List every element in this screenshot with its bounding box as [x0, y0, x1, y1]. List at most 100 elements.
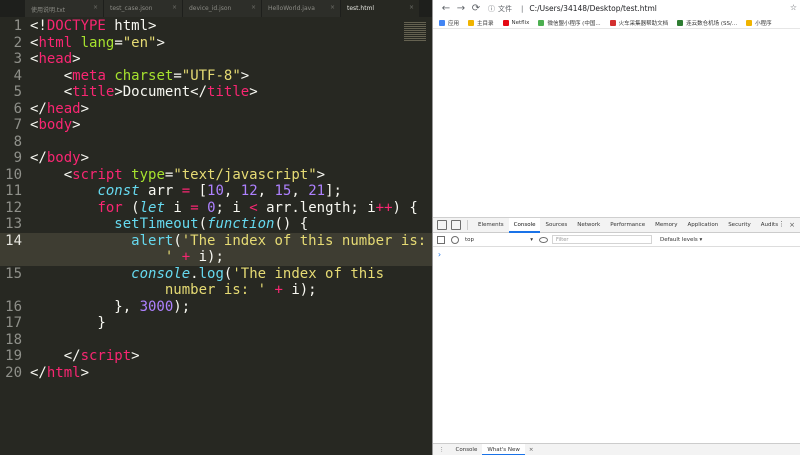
code-line[interactable]: setTimeout(function() { [30, 216, 308, 233]
code-line[interactable]: }, 3000); [30, 299, 190, 316]
code-token: > [240, 67, 250, 84]
code-token: </ [30, 348, 81, 364]
code-token: 12 [240, 183, 258, 199]
code-token: ); [173, 298, 191, 315]
code-token: let [139, 199, 165, 216]
code-token: ) { [392, 199, 418, 216]
code-line[interactable]: const arr = [10, 12, 15, 21]; [30, 183, 341, 200]
bookmark-item[interactable]: 小程序 [746, 19, 772, 27]
bookmark-favicon-icon [677, 19, 684, 26]
code-line[interactable]: <body> [30, 117, 81, 134]
drawer-tab[interactable]: Console [451, 444, 483, 455]
code-line[interactable]: </script> [30, 348, 140, 365]
inspect-element-icon[interactable] [437, 220, 447, 230]
devtools-tab-application[interactable]: Application [682, 218, 723, 233]
devtools-tab-elements[interactable]: Elements [473, 218, 509, 233]
info-icon[interactable]: ⓘ [488, 4, 495, 14]
address-url[interactable]: C:/Users/34148/Desktop/test.html [529, 4, 657, 13]
bookmark-item[interactable]: Netflix [502, 19, 529, 26]
devtools-tab-performance[interactable]: Performance [605, 218, 650, 233]
code-token: i); [190, 249, 224, 265]
minimap[interactable] [404, 22, 426, 46]
code-token: html [38, 34, 73, 51]
code-line[interactable]: <!DOCTYPE html> [30, 18, 156, 35]
devtools-panel: Elements Console Sources Network Performance… [433, 217, 800, 455]
clear-console-icon[interactable] [451, 235, 459, 244]
code-token: script [80, 348, 132, 364]
back-arrow-icon[interactable]: ← [439, 2, 453, 16]
bookmark-favicon-icon [746, 19, 753, 26]
line-number: 1 [13, 18, 22, 34]
bookmark-item[interactable]: 火车采集器帮助文档 [609, 19, 668, 27]
close-icon[interactable]: × [409, 4, 414, 11]
close-icon[interactable]: × [172, 4, 177, 11]
code-line[interactable]: </head> [30, 101, 89, 118]
editor-tab[interactable]: test.html × [341, 0, 419, 17]
bookmark-item[interactable]: 连云数仓机场 (SS/... [677, 19, 737, 27]
bookmark-item[interactable]: 应用 [439, 19, 459, 27]
editor-tab[interactable]: 使用说明.txt × [25, 0, 103, 17]
code-line[interactable]: <title>Document</title> [30, 84, 258, 101]
drawer-tab[interactable]: What's New [482, 443, 525, 455]
drawer-menu-icon[interactable]: ⋮ [439, 447, 445, 453]
context-selector[interactable]: top ▾ [465, 237, 535, 243]
forward-arrow-icon[interactable]: → [454, 2, 468, 16]
devtools-close-icon[interactable]: × [789, 221, 795, 229]
devtools-tab-network[interactable]: Network [572, 218, 605, 233]
code-line[interactable]: for (let i = 0; i < arr.length; i++) { [30, 199, 418, 217]
code-line[interactable]: console.log('The index of this [30, 266, 384, 283]
code-line[interactable]: number is: ' + i); [30, 282, 317, 299]
editor-tab[interactable]: device_id.json × [183, 0, 261, 17]
drawer-close-icon[interactable]: × [529, 447, 534, 453]
devtools-tab-memory[interactable]: Memory [650, 218, 682, 233]
code-line[interactable]: } [30, 315, 105, 332]
code-token: <! [30, 18, 47, 34]
devtools-tab-sources[interactable]: Sources [540, 218, 572, 233]
reload-icon[interactable]: ⟳ [469, 2, 483, 16]
console-filter-input[interactable]: Filter [552, 235, 652, 244]
code-line[interactable]: alert('The index of this number is: [30, 233, 426, 250]
line-number: 4 [13, 67, 22, 84]
code-line[interactable]: ' + i); [30, 249, 224, 266]
code-line[interactable]: </body> [30, 150, 89, 167]
close-icon[interactable]: × [251, 4, 256, 11]
devtools-tab-console[interactable]: Console [508, 217, 541, 233]
code-line[interactable]: <head> [30, 51, 81, 68]
log-levels-dropdown[interactable]: Default levels ▾ [660, 237, 702, 243]
sidebar-toggle-icon[interactable] [437, 235, 445, 244]
code-token: , [257, 183, 275, 199]
code-token: , [223, 183, 241, 199]
address-bar[interactable]: ⓘ 文件 | C:/Users/34148/Desktop/test.html [488, 2, 657, 15]
page-viewport[interactable] [433, 29, 800, 217]
code-line[interactable]: <meta charset="UTF-8"> [30, 67, 250, 85]
console-prompt[interactable]: › [433, 247, 800, 259]
editor-tab-bar: 使用说明.txt × test_case.json × device_id.json × H… [0, 0, 432, 17]
bookmark-item[interactable]: 主目录 [468, 19, 494, 27]
code-token: [ [190, 183, 208, 199]
code-editor[interactable]: 使用说明.txt × test_case.json × device_id.json × H… [0, 0, 432, 455]
browser-window: ← → ⟳ ⓘ 文件 | C:/Users/34148/Desktop/test… [432, 0, 800, 455]
code-token: > [316, 166, 326, 183]
devtools-menu-icon[interactable]: ⋮ [778, 220, 785, 228]
code-token: script [72, 166, 123, 183]
device-toolbar-icon[interactable] [451, 220, 461, 230]
close-icon[interactable]: × [93, 4, 98, 11]
close-icon[interactable]: × [330, 4, 335, 11]
bookmarks-bar: 应用 主目录 Netflix 微信盟小程序 (中国... 火车采集器帮助文档 连云数仓机场… [433, 17, 800, 29]
code-line[interactable]: <html lang="en"> [30, 35, 165, 52]
editor-tab[interactable]: HelloWorld.java × [262, 0, 340, 17]
bookmark-item[interactable]: 微信盟小程序 (中国... [538, 19, 601, 27]
code-token: head [38, 51, 73, 67]
editor-tab[interactable]: test_case.json × [104, 0, 182, 17]
code-token: ; i [215, 199, 250, 216]
code-line[interactable]: </html> [30, 365, 89, 382]
devtools-tab-security[interactable]: Security [723, 218, 756, 233]
bookmark-star-icon[interactable]: ☆ [790, 3, 797, 12]
code-line[interactable]: <script type="text/javascript"> [30, 167, 325, 184]
code-token: }, [30, 298, 140, 315]
live-expression-eye-icon[interactable] [539, 236, 548, 243]
line-number: 15 [5, 265, 22, 282]
